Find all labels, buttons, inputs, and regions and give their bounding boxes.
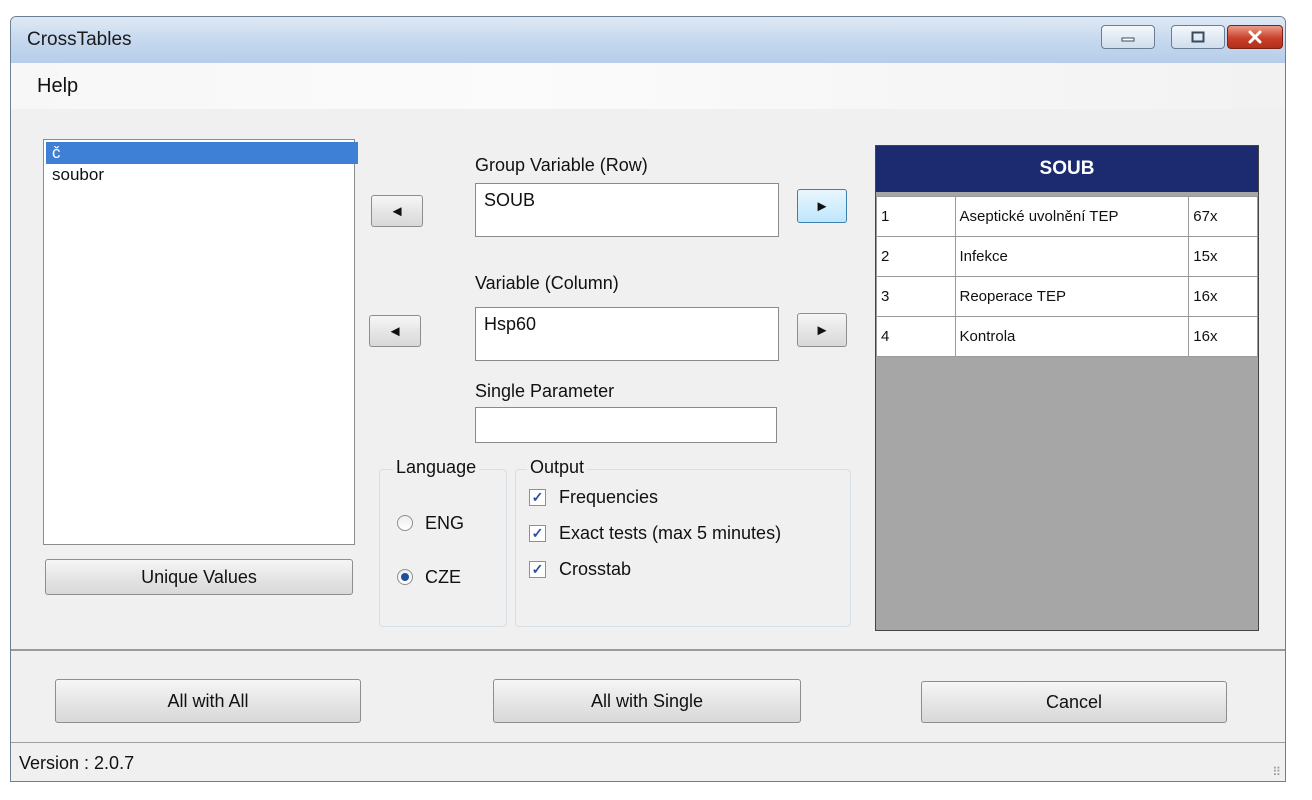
single-parameter-label: Single Parameter <box>475 381 615 401</box>
maximize-button[interactable] <box>1171 25 1225 49</box>
values-panel: SOUB 1 Aseptické uvolnění TEP 67x 2 Infe… <box>875 145 1259 631</box>
table-row[interactable]: 1 Aseptické uvolnění TEP 67x <box>876 196 1258 237</box>
menu-bar: Help <box>11 63 1285 109</box>
cancel-button[interactable]: Cancel <box>921 681 1227 723</box>
version-label: Version : 2.0.7 <box>19 753 135 773</box>
checkbox-exact-tests[interactable]: ✓ <box>529 525 546 542</box>
radio-cze-label[interactable]: CZE <box>425 567 461 588</box>
row-code: 2 <box>876 236 956 277</box>
checkbox-frequencies[interactable]: ✓ <box>529 489 546 506</box>
row-count: 16x <box>1188 276 1258 317</box>
row-count: 16x <box>1188 316 1258 357</box>
group-variable-label: Group Variable (Row) <box>475 155 648 175</box>
row-code: 1 <box>876 196 956 237</box>
resize-grip-icon[interactable]: ⠿ <box>1272 765 1281 779</box>
list-item[interactable]: soubor <box>46 164 358 186</box>
output-group-title: Output <box>527 457 588 478</box>
row-code: 3 <box>876 276 956 317</box>
row-name: Aseptické uvolnění TEP <box>954 196 1190 237</box>
list-item[interactable]: č <box>46 142 358 164</box>
unique-values-button[interactable]: Unique Values <box>45 559 353 595</box>
column-variable-label: Variable (Column) <box>475 273 619 293</box>
arrow-left-icon: ◄ <box>387 322 403 340</box>
crosstables-window: CrossTables Help č soubor Unique Values … <box>10 16 1286 782</box>
radio-eng-label[interactable]: ENG <box>425 513 464 534</box>
group-variable-right-button[interactable]: ► <box>797 189 847 223</box>
group-variable-field[interactable]: SOUB <box>475 183 779 237</box>
single-parameter-field[interactable] <box>475 407 777 443</box>
menu-help[interactable]: Help <box>37 75 78 98</box>
divider <box>11 649 1285 651</box>
radio-cze[interactable] <box>397 569 413 585</box>
close-button[interactable] <box>1227 25 1283 49</box>
row-name: Infekce <box>954 236 1190 277</box>
status-bar: Version : 2.0.7 ⠿ <box>11 742 1285 781</box>
column-variable-left-button[interactable]: ◄ <box>369 315 421 347</box>
table-row[interactable]: 3 Reoperace TEP 16x <box>876 276 1258 317</box>
table-row[interactable]: 2 Infekce 15x <box>876 236 1258 277</box>
language-group-title: Language <box>393 457 480 478</box>
arrow-left-icon: ◄ <box>389 202 405 220</box>
minimize-button[interactable] <box>1101 25 1155 49</box>
checkbox-frequencies-label[interactable]: Frequencies <box>559 487 658 508</box>
values-table: 1 Aseptické uvolnění TEP 67x 2 Infekce 1… <box>876 196 1258 357</box>
window-title: CrossTables <box>27 29 132 50</box>
checkbox-crosstab-label[interactable]: Crosstab <box>559 559 631 580</box>
row-count: 15x <box>1188 236 1258 277</box>
all-with-all-button[interactable]: All with All <box>55 679 361 723</box>
variables-listbox[interactable]: č soubor <box>43 139 358 545</box>
row-code: 4 <box>876 316 956 357</box>
row-name: Reoperace TEP <box>954 276 1190 317</box>
checkbox-exact-tests-label[interactable]: Exact tests (max 5 minutes) <box>559 523 781 544</box>
arrow-right-icon: ► <box>814 197 830 215</box>
row-count: 67x <box>1188 196 1258 237</box>
all-with-single-button[interactable]: All with Single <box>493 679 801 723</box>
language-group <box>379 469 507 627</box>
values-panel-header: SOUB <box>876 146 1258 192</box>
checkbox-crosstab[interactable]: ✓ <box>529 561 546 578</box>
column-variable-field[interactable]: Hsp60 <box>475 307 779 361</box>
arrow-right-icon: ► <box>814 321 830 339</box>
radio-eng[interactable] <box>397 515 413 531</box>
column-variable-right-button[interactable]: ► <box>797 313 847 347</box>
minimize-icon <box>1121 37 1135 42</box>
maximize-icon <box>1191 31 1205 43</box>
title-bar[interactable]: CrossTables <box>11 17 1285 63</box>
table-row[interactable]: 4 Kontrola 16x <box>876 316 1258 357</box>
close-icon <box>1248 30 1262 44</box>
row-name: Kontrola <box>954 316 1190 357</box>
group-variable-left-button[interactable]: ◄ <box>371 195 423 227</box>
